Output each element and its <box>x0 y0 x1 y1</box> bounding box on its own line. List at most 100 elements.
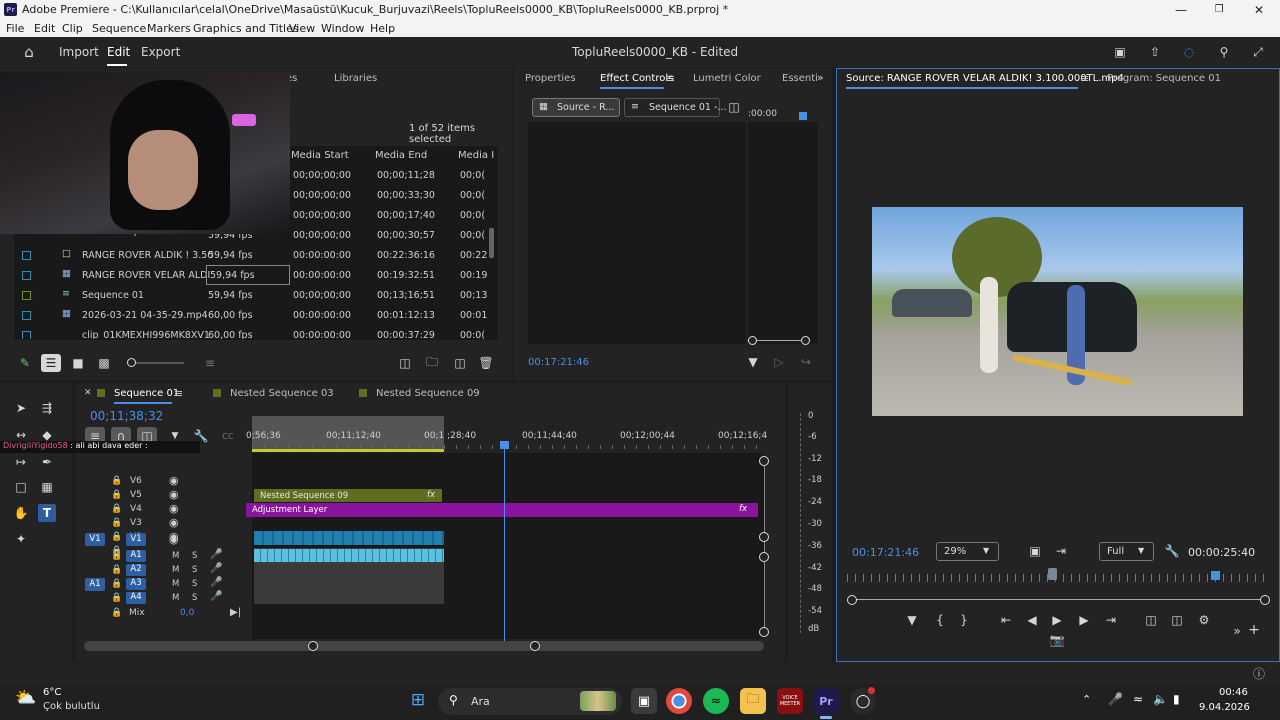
clip-video-v1[interactable] <box>254 531 444 545</box>
track-label-a3[interactable]: A3 <box>126 578 146 590</box>
lock-icon[interactable]: 🔒 <box>111 608 122 618</box>
timeline-playhead[interactable] <box>504 445 505 641</box>
tab-effect-controls[interactable]: Effect Controls <box>600 73 673 84</box>
hand-tool-icon[interactable]: ✋ <box>12 504 30 522</box>
list-item[interactable]: ▦ RANGE ROVER VELAR ALDI 59,94 fps 00:00:00… <box>16 265 494 285</box>
in-marker[interactable] <box>1048 568 1057 580</box>
mark-in-icon[interactable]: { <box>933 613 947 627</box>
workspace-import[interactable]: Import <box>59 45 99 59</box>
lock-icon[interactable]: 🔒 <box>111 579 122 589</box>
add-button-icon[interactable]: + <box>1247 622 1261 638</box>
tab-libraries[interactable]: Libraries <box>334 73 377 84</box>
new-item-icon[interactable]: ◫ <box>452 355 468 371</box>
tab-properties[interactable]: Properties <box>525 73 576 84</box>
button-overflow-icon[interactable]: » <box>1230 624 1244 638</box>
vscroll-handle[interactable] <box>759 456 769 466</box>
solo-button[interactable]: S <box>192 551 197 561</box>
wrench-icon[interactable]: 🔧 <box>1165 544 1180 558</box>
minimize-button[interactable]: — <box>1166 0 1196 19</box>
sequence-chip[interactable]: ≡ Sequence 01 -... <box>624 98 726 117</box>
clip-audio-a1[interactable] <box>254 549 444 562</box>
go-to-in-icon[interactable]: ⇤ <box>999 613 1013 627</box>
maximize-button[interactable]: ❐ <box>1204 0 1234 19</box>
pencil-icon[interactable]: ✎ <box>16 355 34 371</box>
panel-layout-icon[interactable]: ▣ <box>1110 43 1130 61</box>
safe-margins-icon[interactable]: ▣ <box>1028 544 1042 558</box>
menu-edit[interactable]: Edit <box>34 22 55 35</box>
toggle-panel-icon[interactable]: ◫ <box>726 100 742 114</box>
zoom-slider-thumb[interactable] <box>127 358 136 367</box>
close-button[interactable]: ✕ <box>1244 0 1274 19</box>
menu-clip[interactable]: Clip <box>62 22 83 35</box>
video-frame[interactable] <box>872 207 1243 416</box>
source-playhead[interactable] <box>1211 571 1220 580</box>
hscroll-handle-left[interactable] <box>308 641 318 651</box>
col-media-start[interactable]: Media Start <box>291 150 349 161</box>
volume-icon[interactable]: 🔈 <box>1153 692 1168 706</box>
list-item[interactable]: clip_01KMEXHI996MK8XV1 60,00 fps 00:00:00:… <box>16 325 494 339</box>
list-item[interactable]: □ RANGE ROVER ALDIK ! 3.50 59,94 fps 00:00:… <box>16 245 494 265</box>
ec-scroll-handle-right[interactable] <box>801 336 810 345</box>
solo-button[interactable]: S <box>192 579 197 589</box>
list-view-icon[interactable]: ☰ <box>41 354 61 372</box>
playhead-timecode[interactable]: 00;11;38;32 <box>90 409 163 423</box>
progress-icon[interactable]: ◌ <box>1179 43 1199 61</box>
start-icon[interactable]: ⊞ <box>405 687 431 713</box>
chrome-icon[interactable] <box>666 688 692 714</box>
tab-menu-icon[interactable]: ≡ <box>1080 72 1089 85</box>
eye-icon[interactable]: ◉ <box>169 474 179 487</box>
clock-time[interactable]: 00:46 <box>1219 687 1248 698</box>
share-icon[interactable]: ⇧ <box>1145 43 1165 61</box>
source-scroll-left[interactable] <box>847 595 857 605</box>
chevron-up-icon[interactable]: ⌃ <box>1082 693 1091 706</box>
menu-view[interactable]: View <box>289 22 315 35</box>
quality-select[interactable]: Full ▼ <box>1099 542 1154 561</box>
hscroll-handle-right[interactable] <box>530 641 540 651</box>
weather-desc[interactable]: Çok bulutlu <box>43 701 100 712</box>
captions-icon[interactable]: CC <box>220 429 236 443</box>
rectangle-tool-icon[interactable]: □ <box>12 478 30 496</box>
menu-markers[interactable]: Markers <box>147 22 191 35</box>
vscroll-handle[interactable] <box>759 552 769 562</box>
home-icon[interactable]: ⌂ <box>18 43 40 61</box>
list-item[interactable]: ▦ 2026-03-21 04-35-29.mp4 60,00 fps 00:00:0… <box>16 305 494 325</box>
vscroll-handle[interactable] <box>759 627 769 637</box>
freeform-view-icon[interactable]: ▩ <box>96 355 112 371</box>
solo-button[interactable]: S <box>192 565 197 575</box>
spotify-icon[interactable]: ≈ <box>703 688 729 714</box>
vscroll-track[interactable] <box>764 463 765 633</box>
mute-button[interactable]: M <box>172 593 179 603</box>
lock-icon[interactable]: 🔒 <box>111 518 122 528</box>
ec-timecode[interactable]: 00:17:21:46 <box>528 357 589 368</box>
microphone-icon[interactable]: 🎤 <box>210 577 222 588</box>
microphone-icon[interactable]: 🎤 <box>210 591 222 602</box>
lock-icon[interactable]: 🔒 <box>111 593 122 603</box>
icon-view-icon[interactable]: ■ <box>70 355 86 371</box>
mute-button[interactable]: M <box>172 551 179 561</box>
battery-icon[interactable]: ▮ <box>1173 692 1180 706</box>
lock-icon[interactable]: 🔒 <box>111 565 122 575</box>
tab-menu-icon[interactable]: ≡ <box>174 387 183 400</box>
ec-playhead[interactable] <box>799 112 807 120</box>
fullscreen-icon[interactable]: ⤢ <box>1248 43 1268 61</box>
microphone-icon[interactable]: 🎤 <box>210 563 222 574</box>
tab-lumetri[interactable]: Lumetri Color <box>693 73 761 84</box>
lock-icon[interactable]: 🔒 <box>111 551 122 561</box>
play-icon[interactable]: ▶ <box>1050 613 1064 627</box>
wifi-icon[interactable]: ≈ <box>1133 692 1143 706</box>
timeline-playhead-head[interactable] <box>500 441 509 449</box>
eye-icon[interactable]: ◉ <box>169 488 179 501</box>
col-media-dur[interactable]: Media I <box>458 150 494 161</box>
tab-sequence-01[interactable]: Sequence 01 <box>114 388 179 399</box>
lock-icon[interactable]: 🔒 <box>111 490 122 500</box>
zoom-slider[interactable] <box>130 362 184 364</box>
workspace-edit[interactable]: Edit <box>107 45 130 59</box>
step-forward-icon[interactable]: ▶ <box>1077 613 1091 627</box>
track-select-icon[interactable]: ⇶ <box>38 399 56 417</box>
source-scrollbar[interactable] <box>853 599 1265 600</box>
source-patch-a1[interactable]: A1 <box>85 578 105 591</box>
sort-icon[interactable]: ≡ <box>202 355 218 371</box>
vscroll-handle[interactable] <box>759 532 769 542</box>
automate-icon[interactable]: ◫ <box>397 355 413 371</box>
weather-temp[interactable]: 6°C <box>43 687 61 698</box>
